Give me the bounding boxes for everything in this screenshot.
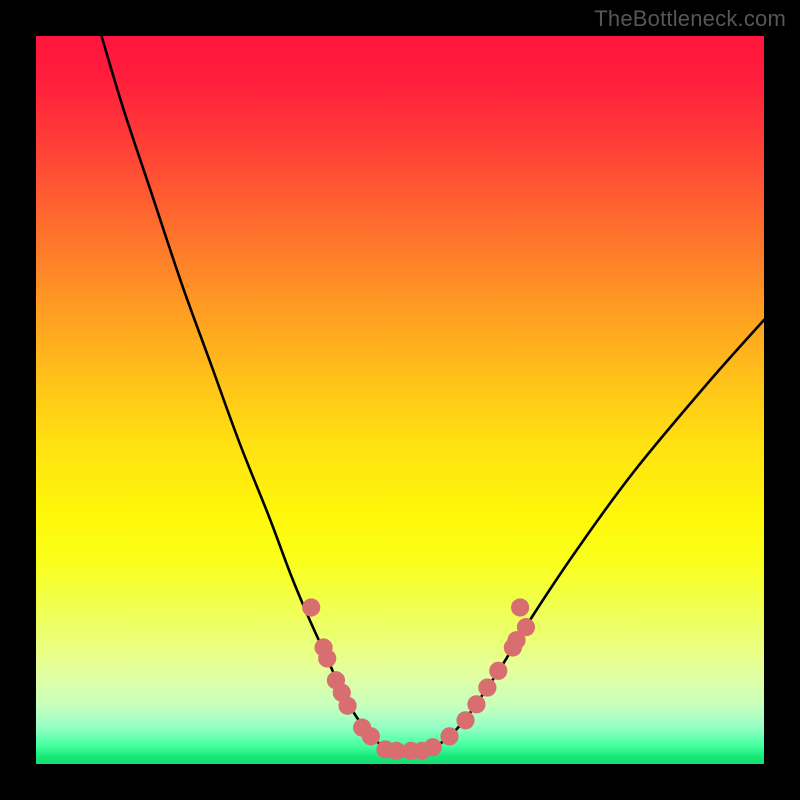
benchmark-marker [511, 598, 529, 616]
benchmark-marker [302, 598, 320, 616]
benchmark-marker [318, 649, 336, 667]
chart-svg [36, 36, 764, 764]
benchmark-marker [362, 727, 380, 745]
bottleneck-curve [102, 36, 764, 752]
chart-frame: TheBottleneck.com [0, 0, 800, 800]
benchmark-marker [456, 711, 474, 729]
plot-area [36, 36, 764, 764]
benchmark-marker [467, 695, 485, 713]
benchmark-marker [517, 618, 535, 636]
benchmark-marker [338, 697, 356, 715]
benchmark-marker [489, 662, 507, 680]
benchmark-marker [478, 678, 496, 696]
watermark-text: TheBottleneck.com [594, 6, 786, 32]
benchmark-marker [424, 738, 442, 756]
bottleneck-curve-path [102, 36, 764, 752]
benchmark-markers [302, 598, 535, 760]
benchmark-marker [440, 727, 458, 745]
